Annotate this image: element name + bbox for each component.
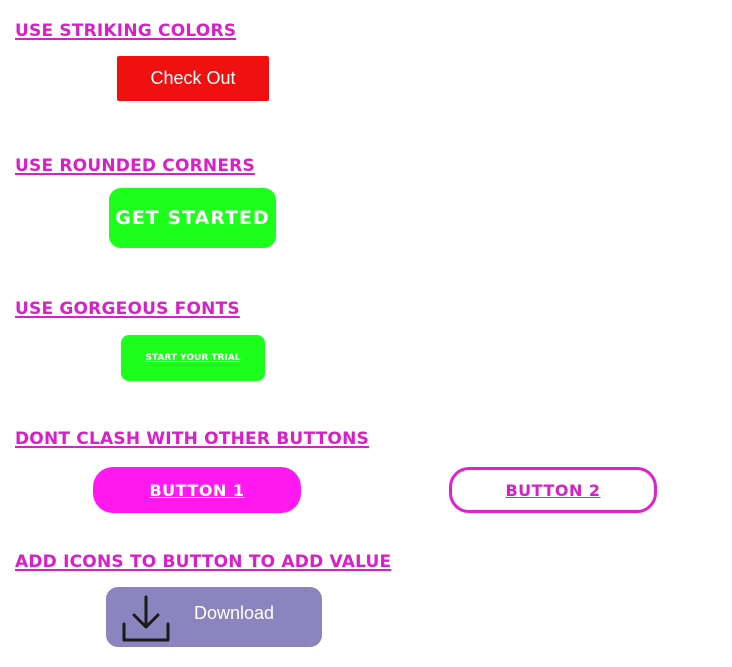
get-started-button-label: GET STARTED bbox=[115, 207, 270, 229]
button-2-label: BUTTON 2 bbox=[505, 480, 601, 500]
check-out-button-label: Check Out bbox=[150, 68, 236, 88]
download-button[interactable]: Download bbox=[106, 587, 322, 647]
button-2[interactable]: BUTTON 2 bbox=[449, 467, 657, 513]
heading-dont-clash: DONT CLASH WITH OTHER BUTTONS bbox=[15, 429, 369, 449]
get-started-button[interactable]: GET STARTED bbox=[109, 188, 276, 248]
heading-rounded-corners: USE ROUNDED CORNERS bbox=[15, 156, 255, 176]
start-trial-button[interactable]: START YOUR TRIAL bbox=[121, 335, 265, 381]
button-1[interactable]: BUTTON 1 bbox=[93, 467, 301, 513]
heading-add-icons: ADD ICONS TO BUTTON TO ADD VALUE bbox=[15, 552, 392, 572]
check-out-button[interactable]: Check Out bbox=[117, 56, 269, 101]
button-1-label: BUTTON 1 bbox=[149, 480, 245, 500]
start-trial-button-label: START YOUR TRIAL bbox=[145, 353, 241, 363]
download-button-label: Download bbox=[194, 603, 275, 623]
heading-striking-colors: USE STRIKING COLORS bbox=[15, 21, 237, 41]
download-icon bbox=[122, 595, 170, 642]
heading-gorgeous-fonts: USE GORGEOUS FONTS bbox=[15, 299, 240, 319]
